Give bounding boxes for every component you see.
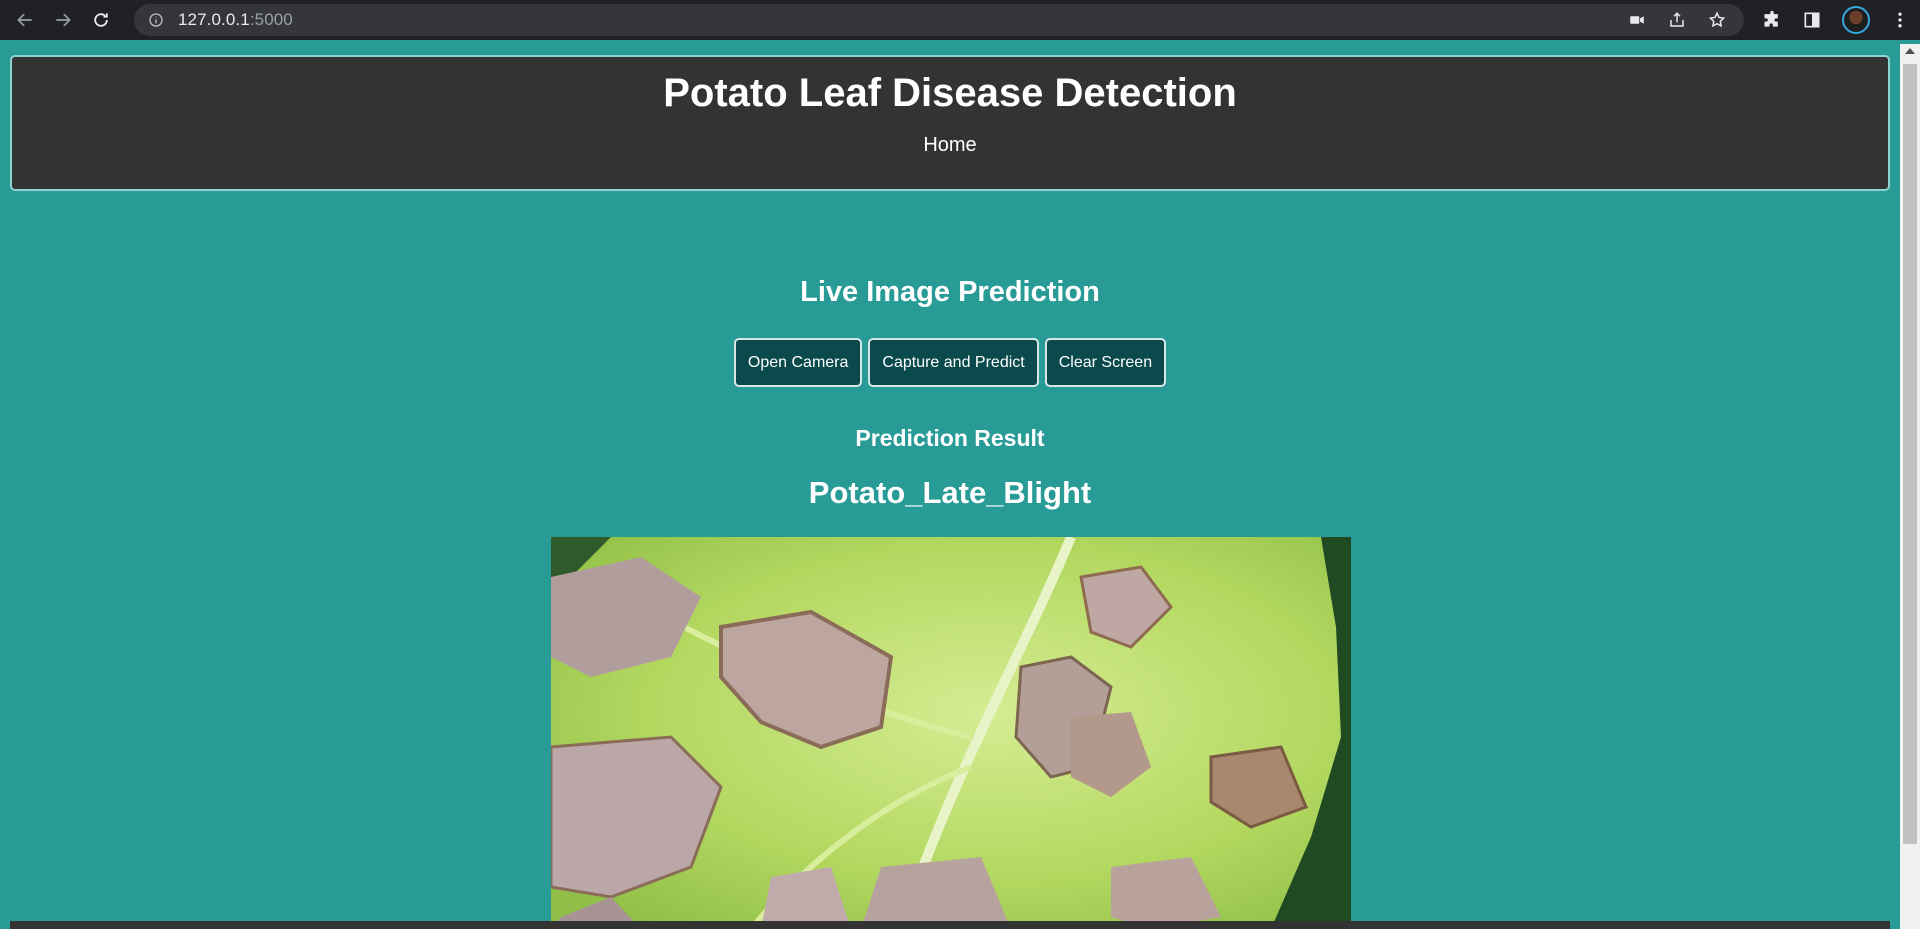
prediction-result-value: Potato_Late_Blight bbox=[808, 475, 1092, 510]
footer-bar bbox=[10, 921, 1890, 929]
page-viewport: Potato Leaf Disease Detection Home Live … bbox=[0, 44, 1900, 929]
scroll-thumb[interactable] bbox=[1903, 64, 1917, 844]
capture-predict-button[interactable]: Capture and Predict bbox=[868, 338, 1039, 387]
back-icon[interactable] bbox=[12, 7, 38, 33]
vertical-scrollbar[interactable] bbox=[1900, 44, 1920, 929]
bookmark-star-icon[interactable] bbox=[1708, 11, 1726, 29]
open-camera-button[interactable]: Open Camera bbox=[733, 338, 863, 387]
site-header: Potato Leaf Disease Detection Home bbox=[10, 55, 1890, 191]
site-nav: Home bbox=[12, 134, 1888, 157]
reload-icon[interactable] bbox=[88, 7, 114, 33]
url-text: 127.0.0.1:5000 bbox=[178, 10, 293, 29]
address-bar[interactable]: 127.0.0.1:5000 bbox=[134, 4, 1744, 36]
scroll-up-arrow-icon[interactable] bbox=[1905, 48, 1915, 54]
extensions-icon[interactable] bbox=[1762, 10, 1782, 30]
share-icon[interactable] bbox=[1668, 11, 1686, 29]
menu-kebab-icon[interactable] bbox=[1890, 10, 1910, 30]
nav-home-link[interactable]: Home bbox=[923, 134, 976, 156]
forward-icon[interactable] bbox=[50, 7, 76, 33]
camera-icon[interactable] bbox=[1628, 11, 1646, 29]
browser-toolbar: 127.0.0.1:5000 bbox=[0, 0, 1920, 40]
clear-screen-button[interactable]: Clear Screen bbox=[1044, 338, 1167, 387]
profile-avatar[interactable] bbox=[1842, 6, 1870, 34]
captured-leaf-image bbox=[551, 537, 1351, 929]
page-title: Potato Leaf Disease Detection bbox=[663, 71, 1237, 115]
side-panel-icon[interactable] bbox=[1802, 10, 1822, 30]
info-icon[interactable] bbox=[148, 12, 164, 28]
live-prediction-heading: Live Image Prediction bbox=[800, 276, 1100, 308]
action-buttons: Open Camera Capture and Predict Clear Sc… bbox=[0, 338, 1900, 387]
prediction-result-label: Prediction Result bbox=[855, 425, 1045, 451]
